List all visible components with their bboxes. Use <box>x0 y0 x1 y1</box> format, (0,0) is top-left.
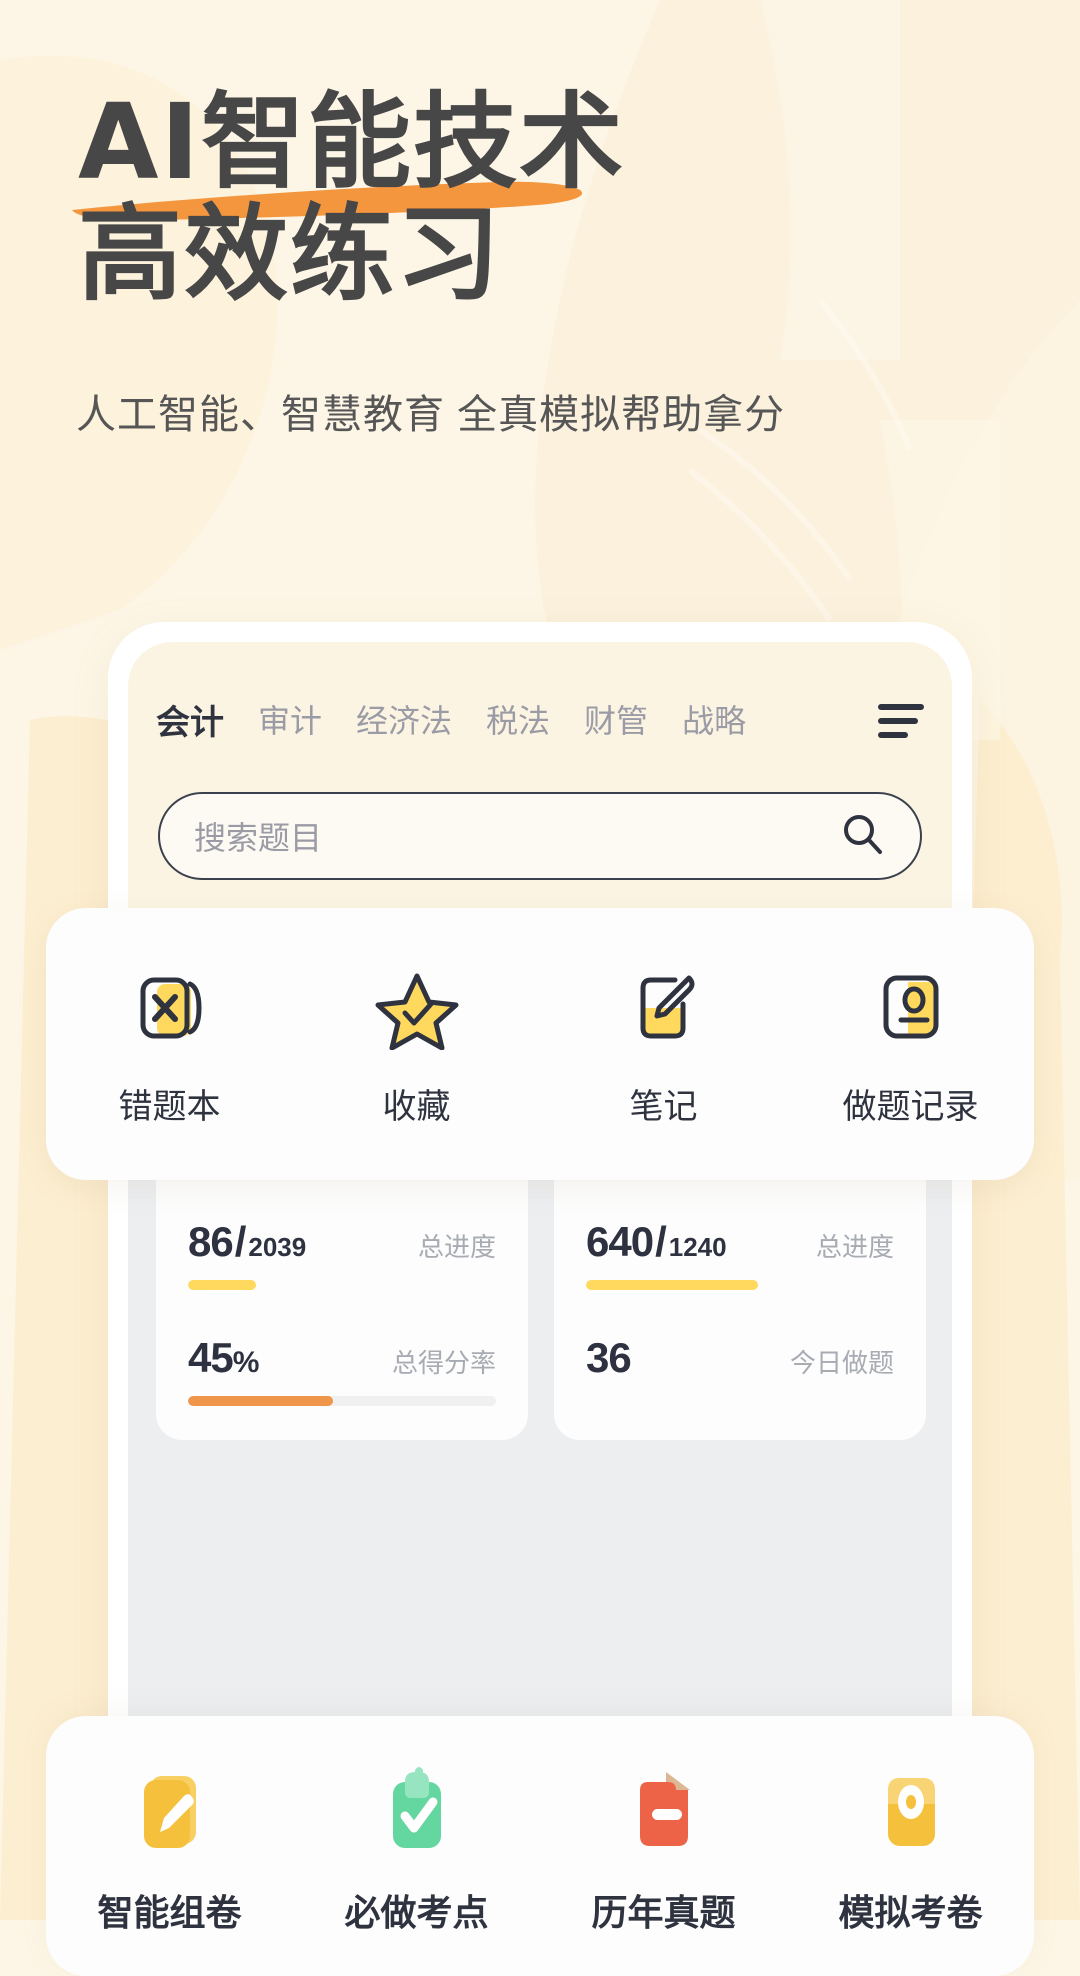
metric-label: 总进度 <box>417 1232 496 1262</box>
pencil-card-icon <box>120 1758 220 1862</box>
progress-bar <box>586 1280 894 1290</box>
progress-bar-fill <box>188 1396 333 1406</box>
tab-label: 审计 <box>258 703 323 739</box>
bottom-action-label: 历年真题 <box>591 1892 736 1933</box>
progress-bar <box>188 1280 496 1290</box>
exam-ring-icon <box>861 1758 961 1862</box>
metric-value: 86 <box>188 1218 234 1265</box>
bottom-action-smart-paper[interactable]: 智能组卷 <box>46 1758 293 1936</box>
bottom-action-past-papers[interactable]: 历年真题 <box>540 1758 787 1936</box>
tab-label: 经济法 <box>356 703 453 739</box>
progress-bar <box>586 1396 894 1406</box>
tab-label: 税法 <box>486 703 551 739</box>
quick-action-label: 笔记 <box>629 1087 698 1126</box>
metric-value: 36 <box>586 1334 632 1381</box>
quick-action-favorites[interactable]: 收藏 <box>293 961 540 1128</box>
bottom-action-label: 智能组卷 <box>97 1892 242 1933</box>
bottom-action-label: 模拟考卷 <box>838 1892 983 1933</box>
tab-kuaiji[interactable]: 会计 <box>153 695 227 754</box>
quick-actions-card: 错题本 收藏 笔记 做题记录 <box>46 908 1034 1180</box>
progress-bar-fill <box>188 1280 256 1290</box>
note-pen-icon <box>621 961 707 1053</box>
bottom-actions-card: 智能组卷 必做考点 历年真题 模拟考卷 <box>46 1716 1034 1976</box>
clipboard-check-icon <box>367 1758 467 1862</box>
quick-action-label: 做题记录 <box>842 1087 979 1126</box>
search-icon[interactable] <box>840 811 886 862</box>
tab-jingjifa[interactable]: 经济法 <box>356 696 452 746</box>
record-icon <box>868 961 954 1053</box>
quick-action-records[interactable]: 做题记录 <box>787 961 1034 1128</box>
subject-tab-bar: 会计 审计 经济法 税法 财管 战略 <box>128 682 952 760</box>
quick-action-label: 收藏 <box>382 1087 451 1126</box>
metric-label: 总进度 <box>815 1232 894 1262</box>
tab-label: 会计 <box>156 703 224 742</box>
metric-today-count: 36 今日做题 <box>586 1334 894 1406</box>
quick-action-notes[interactable]: 笔记 <box>540 961 787 1128</box>
tab-caiguan[interactable]: 财管 <box>584 696 648 746</box>
hamburger-icon[interactable] <box>878 704 924 738</box>
metric-total-progress: 86 / 2039 总进度 <box>188 1218 496 1290</box>
wrong-book-icon <box>127 961 213 1053</box>
metric-label: 今日做题 <box>789 1348 894 1378</box>
tab-zhanlue[interactable]: 战略 <box>682 696 746 746</box>
bottom-action-key-points[interactable]: 必做考点 <box>293 1758 540 1936</box>
metric-separator: / <box>234 1218 247 1265</box>
metric-value: 640 <box>586 1218 654 1265</box>
metric-total-progress: 640 / 1240 总进度 <box>586 1218 894 1290</box>
tab-label: 财管 <box>584 703 649 739</box>
progress-bar <box>188 1396 496 1406</box>
metric-value: 45 <box>188 1334 234 1381</box>
tab-shenji[interactable]: 审计 <box>258 696 322 746</box>
bottom-action-label: 必做考点 <box>344 1892 489 1933</box>
bottom-action-mock-exam[interactable]: 模拟考卷 <box>787 1758 1034 1936</box>
quick-action-wrong-book[interactable]: 错题本 <box>46 961 293 1128</box>
page-title: AI智能技术 高效练习 <box>78 81 626 316</box>
tab-shuifa[interactable]: 税法 <box>486 696 550 746</box>
metric-denominator: 1240 <box>668 1232 727 1262</box>
progress-bar-fill <box>586 1280 759 1290</box>
metric-denominator: 2039 <box>248 1232 307 1262</box>
metric-score-rate: 45 % 总得分率 <box>188 1334 496 1406</box>
metric-unit: % <box>232 1346 260 1379</box>
search-placeholder: 搜索题目 <box>194 820 323 856</box>
metric-separator: / <box>655 1218 667 1265</box>
quick-action-label: 错题本 <box>118 1087 221 1126</box>
metric-label: 总得分率 <box>391 1348 496 1378</box>
folder-minus-icon <box>614 1758 714 1862</box>
search-input[interactable]: 搜索题目 <box>158 792 922 880</box>
star-icon <box>374 961 460 1053</box>
page-subtitle: 人工智能、智慧教育 全真模拟帮助拿分 <box>76 393 786 437</box>
tab-label: 战略 <box>682 703 747 739</box>
